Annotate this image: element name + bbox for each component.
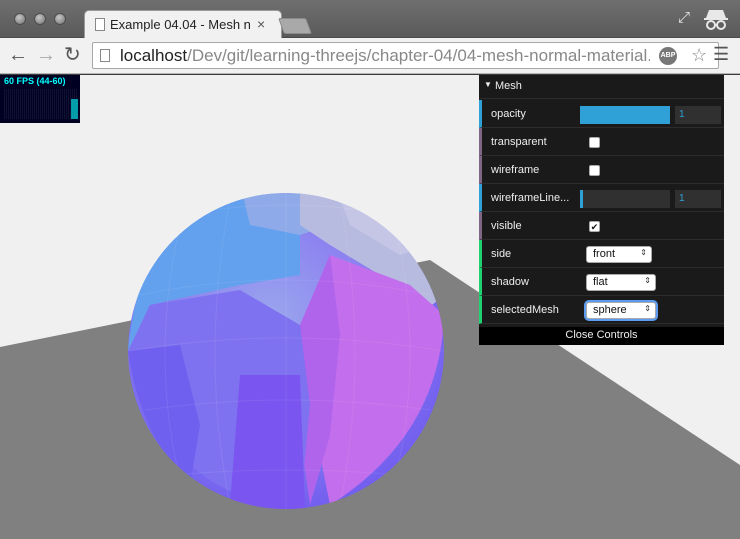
- control-label: wireframeLine...: [491, 192, 570, 204]
- window-titlebar: Example 04.04 - Mesh normal material × ⤢: [0, 0, 740, 39]
- control-shadow: shadow flat ⇕: [479, 268, 724, 296]
- control-side: side front ⇕: [479, 240, 724, 268]
- selected-mesh-select-value: sphere: [593, 304, 627, 316]
- wireframe-linewidth-number-input[interactable]: 1: [675, 190, 721, 208]
- shadow-select[interactable]: flat ⇕: [586, 274, 656, 291]
- caret-down-icon: ▼: [484, 80, 492, 89]
- page-icon: [100, 49, 110, 62]
- side-select-value: front: [593, 248, 616, 260]
- window-minimize-button[interactable]: [34, 13, 46, 25]
- selected-mesh-select[interactable]: sphere ⇕: [586, 302, 656, 319]
- opacity-slider-fill: [580, 106, 670, 124]
- back-arrow-icon[interactable]: ←: [8, 43, 28, 67]
- control-label: wireframe: [491, 164, 540, 176]
- bookmark-star-icon[interactable]: ☆: [691, 45, 707, 66]
- tab-title: Example 04.04 - Mesh normal material: [110, 17, 250, 32]
- side-select[interactable]: front ⇕: [586, 246, 652, 263]
- fps-readout: 60 FPS (44-60): [4, 76, 66, 86]
- control-label: side: [491, 248, 512, 260]
- menu-icon[interactable]: ☰: [713, 44, 729, 65]
- fps-graph-bar: [71, 99, 78, 119]
- fullscreen-icon[interactable]: ⤢: [678, 9, 690, 26]
- select-arrows-icon: ⇕: [644, 276, 651, 285]
- fps-graph: [4, 89, 78, 119]
- wireframe-linewidth-slider[interactable]: [580, 190, 670, 208]
- select-arrows-icon: ⇕: [644, 304, 651, 313]
- incognito-icon: [704, 10, 728, 30]
- window-close-button[interactable]: [14, 13, 26, 25]
- control-opacity: opacity 1: [479, 100, 724, 128]
- controls-panel: ▼ Mesh opacity 1 transparent wireframe w…: [479, 75, 724, 345]
- forward-arrow-icon[interactable]: →: [36, 43, 56, 67]
- browser-tab[interactable]: Example 04.04 - Mesh normal material ×: [84, 10, 282, 39]
- visible-checkbox[interactable]: ✔: [589, 221, 600, 232]
- normal-material-sphere: [128, 193, 444, 509]
- control-label: opacity: [491, 108, 526, 120]
- webgl-viewport[interactable]: 60 FPS (44-60) ▼ Mesh opacity 1 transpar…: [0, 75, 740, 539]
- opacity-slider[interactable]: [580, 106, 670, 124]
- window-zoom-button[interactable]: [54, 13, 66, 25]
- tab-close-icon[interactable]: ×: [257, 16, 265, 32]
- browser-toolbar: ← → ↻ localhost/Dev/git/learning-threejs…: [0, 38, 740, 74]
- folder-title: Mesh: [495, 80, 522, 92]
- address-bar[interactable]: localhost/Dev/git/learning-threejs/chapt…: [92, 42, 719, 69]
- control-wireframe-linewidth: wireframeLine... 1: [479, 184, 724, 212]
- wireframe-linewidth-slider-fill: [580, 190, 583, 208]
- new-tab-button[interactable]: [278, 18, 312, 34]
- opacity-number-input[interactable]: 1: [675, 106, 721, 124]
- fps-stats[interactable]: 60 FPS (44-60): [0, 75, 80, 123]
- control-label: visible: [491, 220, 522, 232]
- reload-icon[interactable]: ↻: [64, 43, 81, 67]
- control-label: shadow: [491, 276, 529, 288]
- document-icon: [95, 18, 105, 31]
- url-text[interactable]: localhost/Dev/git/learning-threejs/chapt…: [120, 46, 650, 66]
- adblock-icon[interactable]: ABP: [659, 47, 677, 65]
- close-controls-button[interactable]: Close Controls: [479, 327, 724, 345]
- control-label: selectedMesh: [491, 304, 559, 316]
- select-arrows-icon: ⇕: [640, 248, 647, 257]
- control-selected-mesh: selectedMesh sphere ⇕: [479, 296, 724, 324]
- control-transparent: transparent: [479, 128, 724, 156]
- mesh-folder-header[interactable]: ▼ Mesh: [479, 75, 724, 99]
- wireframe-checkbox[interactable]: [589, 165, 600, 176]
- transparent-checkbox[interactable]: [589, 137, 600, 148]
- control-visible: visible ✔: [479, 212, 724, 240]
- control-label: transparent: [491, 136, 547, 148]
- shadow-select-value: flat: [593, 276, 608, 288]
- control-wireframe: wireframe: [479, 156, 724, 184]
